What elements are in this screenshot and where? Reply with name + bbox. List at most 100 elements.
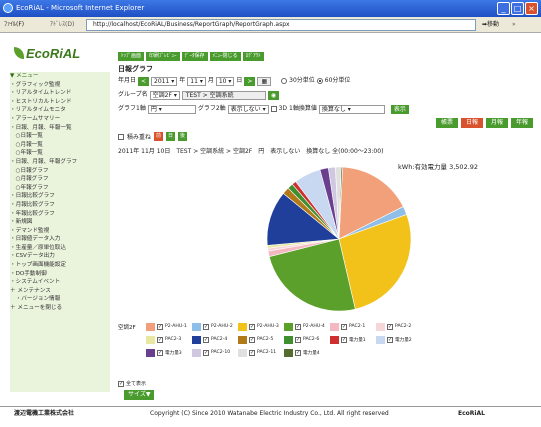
- close-button[interactable]: ×: [525, 2, 538, 15]
- conversion-select[interactable]: 換算なし ▾: [318, 104, 385, 114]
- show-all-checkbox[interactable]: ✓: [118, 380, 124, 387]
- go-button[interactable]: ➡移動: [482, 17, 499, 33]
- legend-checkbox[interactable]: ✓: [249, 323, 255, 330]
- stack-checkbox[interactable]: [118, 133, 124, 140]
- legend-item[interactable]: ✓ PAC2-4: [192, 335, 238, 344]
- legend-checkbox[interactable]: ✓: [295, 349, 301, 356]
- legend-item[interactable]: ✓ PAC2-1: [330, 322, 376, 331]
- sidebar-item[interactable]: ＋ メンテナンス: [10, 287, 110, 296]
- sidebar-item[interactable]: ○日報一覧: [10, 132, 110, 141]
- date-label: 年月日: [118, 77, 137, 84]
- month-select[interactable]: 11 ▾: [187, 76, 206, 86]
- year-select[interactable]: 2011 ▾: [151, 76, 178, 86]
- year-unit: 年: [179, 77, 186, 84]
- mode-button[interactable]: 日報: [460, 118, 483, 128]
- legend-item[interactable]: ✓ PAC2-3: [146, 335, 192, 344]
- sidebar-item[interactable]: ○年報グラフ: [10, 184, 110, 193]
- address-input[interactable]: http://localhost/EcoRiAL/Business/Report…: [86, 19, 476, 31]
- sidebar-item[interactable]: ・ヒストリカルトレンド: [10, 98, 110, 107]
- sidebar-item[interactable]: ○日報グラフ: [10, 167, 110, 176]
- links-chevron[interactable]: »: [512, 17, 516, 33]
- sidebar-item[interactable]: ・年報比較グラフ: [10, 210, 110, 219]
- sidebar-item[interactable]: ＋ メニューを閉じる: [10, 304, 110, 313]
- group-select[interactable]: 空調2F ▾: [149, 90, 180, 100]
- sidebar-item[interactable]: ・リアルタイムトレンド: [10, 89, 110, 98]
- minimize-button[interactable]: _: [497, 2, 510, 15]
- day-button[interactable]: 日: [166, 132, 176, 141]
- axis1-select[interactable]: 円 ▾: [147, 104, 196, 114]
- show-button[interactable]: 表示: [390, 104, 409, 114]
- sidebar-item[interactable]: ・トップ画面機能設定: [10, 261, 110, 270]
- sidebar-item[interactable]: ・アラームサマリー: [10, 115, 110, 124]
- mode-button[interactable]: 年報: [510, 118, 533, 128]
- legend-checkbox[interactable]: ✓: [387, 323, 393, 330]
- sidebar-item[interactable]: ・グラフィック監視: [10, 81, 110, 90]
- legend-checkbox[interactable]: ✓: [295, 323, 301, 330]
- legend-checkbox[interactable]: ✓: [157, 336, 163, 343]
- sidebar-item[interactable]: ・生産量／原単位取込: [10, 244, 110, 253]
- legend-checkbox[interactable]: ✓: [157, 323, 163, 330]
- legend-checkbox[interactable]: ✓: [157, 349, 163, 356]
- legend-item[interactable]: ✓ 電力量1: [330, 335, 376, 344]
- legend-checkbox[interactable]: ✓: [295, 336, 301, 343]
- legend-item[interactable]: ✓ 電力量4: [284, 348, 330, 357]
- legend-checkbox[interactable]: ✓: [341, 336, 347, 343]
- next-button[interactable]: 後: [178, 132, 188, 141]
- top-button[interactable]: 印刷ﾌﾟﾚﾋﾞｭｰ: [146, 52, 180, 61]
- legend-item[interactable]: ✓ P2-AHU-1: [146, 322, 192, 331]
- next-date-button[interactable]: >: [244, 76, 256, 86]
- top-button[interactable]: ﾄｯﾌﾟ画面: [118, 52, 145, 61]
- legend-item[interactable]: ✓ PAC2-2: [376, 322, 422, 331]
- legend-item[interactable]: ✓ 電力量3: [146, 348, 192, 357]
- sidebar-item[interactable]: ・月報比較グラフ: [10, 201, 110, 210]
- sidebar-item[interactable]: ・DO手動制御: [10, 270, 110, 279]
- legend-checkbox[interactable]: ✓: [203, 323, 209, 330]
- mode-button[interactable]: 帳票: [435, 118, 458, 128]
- logo-text: EcoRiAL: [26, 46, 81, 61]
- sidebar-item[interactable]: ・デマンド監視: [10, 227, 110, 236]
- legend-checkbox[interactable]: ✓: [249, 349, 255, 356]
- mode-button[interactable]: 月報: [485, 118, 508, 128]
- file-menu[interactable]: ﾌｧｲﾙ(F): [4, 17, 24, 33]
- legend-item[interactable]: ✓ 電力量2: [376, 335, 422, 344]
- sidebar-item[interactable]: ・CSVデータ出力: [10, 252, 110, 261]
- calendar-icon[interactable]: ▦: [257, 76, 272, 86]
- legend-checkbox[interactable]: ✓: [341, 323, 347, 330]
- legend-item[interactable]: ✓ PAC2-5: [238, 335, 284, 344]
- legend-checkbox[interactable]: ✓: [203, 336, 209, 343]
- axis2-select[interactable]: 表示しない ▾: [227, 104, 269, 114]
- sidebar-item[interactable]: ・日報比較グラフ: [10, 192, 110, 201]
- sidebar-item[interactable]: ・バージョン情報: [10, 295, 110, 304]
- prev-date-button[interactable]: <: [138, 76, 150, 86]
- group-pick-button[interactable]: ◉: [267, 90, 280, 100]
- 30min-radio[interactable]: [281, 78, 288, 84]
- size-button[interactable]: サイズ▼: [124, 390, 155, 400]
- sidebar-item[interactable]: ・日報、月報、年報グラフ: [10, 158, 110, 167]
- sidebar-item[interactable]: ○月報一覧: [10, 141, 110, 150]
- sidebar-item[interactable]: ○年報一覧: [10, 149, 110, 158]
- legend-item[interactable]: ✓ PAC2-6: [284, 335, 330, 344]
- legend-item[interactable]: ✓ P2-AHU-4: [284, 322, 330, 331]
- maximize-button[interactable]: □: [511, 2, 524, 15]
- legend-item[interactable]: ✓ P2-AHU-3: [238, 322, 284, 331]
- legend-checkbox[interactable]: ✓: [203, 349, 209, 356]
- sidebar-item[interactable]: ・リアルタイムモニタ: [10, 106, 110, 115]
- top-button[interactable]: ﾃﾞｰﾀ保存: [181, 52, 208, 61]
- sidebar-item[interactable]: ・システムイベント: [10, 278, 110, 287]
- prev-button[interactable]: 前: [154, 132, 164, 141]
- 60min-radio[interactable]: [316, 78, 323, 84]
- sidebar-item[interactable]: ・日報、月報、年報一覧: [10, 124, 110, 133]
- top-button[interactable]: ﾛｸﾞｱｳﾄ: [242, 52, 264, 61]
- legend-checkbox[interactable]: ✓: [249, 336, 255, 343]
- legend-item[interactable]: ✓ PAC2-11: [238, 348, 284, 357]
- 3d-checkbox[interactable]: [270, 106, 277, 112]
- day-select[interactable]: 10 ▾: [215, 76, 235, 86]
- legend-item[interactable]: ✓ PAC2-10: [192, 348, 238, 357]
- top-button[interactable]: ﾒﾆｭｰ閉じる: [209, 52, 241, 61]
- sidebar-item[interactable]: ・日報値データ入力: [10, 235, 110, 244]
- legend-checkbox[interactable]: ✓: [387, 336, 393, 343]
- sidebar-item[interactable]: ○月報グラフ: [10, 175, 110, 184]
- legend-item[interactable]: ✓ P2-AHU-2: [192, 322, 238, 331]
- sidebar-item[interactable]: ・新規図: [10, 218, 110, 227]
- sidebar-item[interactable]: ▼ メニュー: [10, 72, 110, 81]
